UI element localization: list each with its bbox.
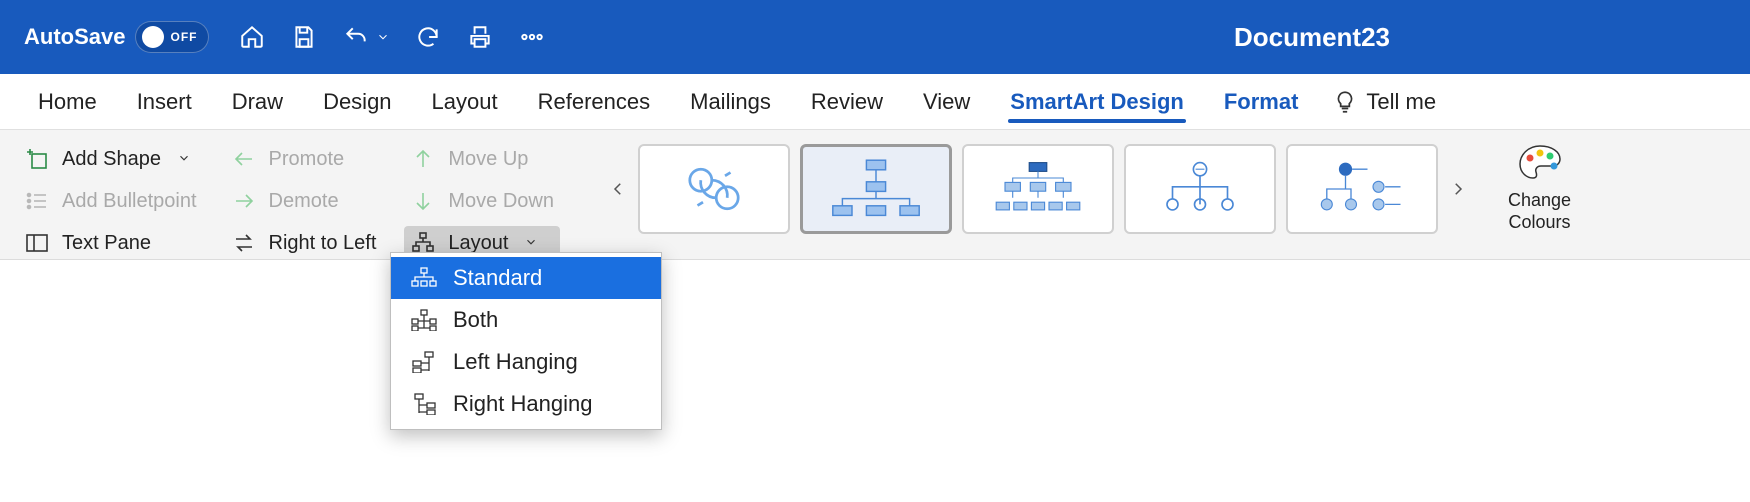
- gallery-prev-button[interactable]: [604, 144, 632, 234]
- layout-thumbnail-5[interactable]: [1286, 144, 1438, 234]
- titlebar-quick-actions: [237, 22, 547, 52]
- ribbon-group-hierarchy: Promote Demote Right to Left: [225, 142, 383, 260]
- layouts-gallery-wrap: [604, 142, 1472, 236]
- left-hanging-icon: [409, 350, 439, 374]
- layout-menu-left-hanging[interactable]: Left Hanging: [391, 341, 661, 383]
- right-to-left-button[interactable]: Right to Left: [225, 226, 383, 260]
- palette-icon: [1516, 142, 1564, 182]
- title-bar: AutoSave OFF Document23: [0, 0, 1750, 74]
- promote-button: Promote: [225, 142, 383, 176]
- tab-layout[interactable]: Layout: [412, 74, 518, 129]
- autosave-toggle-knob: [142, 26, 164, 48]
- autosave-state: OFF: [170, 30, 197, 44]
- gallery-next-button[interactable]: [1444, 144, 1472, 234]
- chevron-down-icon: [177, 148, 191, 171]
- tab-design[interactable]: Design: [303, 74, 411, 129]
- change-colours-label: Change Colours: [1508, 190, 1571, 233]
- autosave-label: AutoSave: [24, 24, 125, 50]
- text-pane-icon: [24, 230, 50, 256]
- add-shape-icon: [24, 146, 50, 172]
- redo-icon[interactable]: [413, 22, 443, 52]
- layout-menu-standard-label: Standard: [453, 265, 542, 291]
- tab-home[interactable]: Home: [18, 74, 117, 129]
- move-up-label: Move Up: [448, 148, 528, 171]
- layout-menu-both[interactable]: Both: [391, 299, 661, 341]
- bulletlist-icon: [24, 188, 50, 214]
- demote-label: Demote: [269, 190, 339, 213]
- arrow-left-icon: [231, 146, 257, 172]
- both-layout-icon: [409, 308, 439, 332]
- arrow-up-icon: [410, 146, 436, 172]
- print-icon[interactable]: [465, 22, 495, 52]
- add-bulletpoint-label: Add Bulletpoint: [62, 190, 197, 213]
- layout-menu-right-hanging[interactable]: Right Hanging: [391, 383, 661, 425]
- undo-more-icon[interactable]: [375, 22, 391, 52]
- change-colours-button[interactable]: Change Colours: [1508, 142, 1571, 233]
- lightbulb-icon[interactable]: [1332, 89, 1358, 115]
- layout-thumbnail-1[interactable]: [638, 144, 790, 234]
- text-pane-label: Text Pane: [62, 232, 151, 255]
- right-hanging-icon: [409, 392, 439, 416]
- autosave-toggle[interactable]: OFF: [135, 21, 209, 53]
- layout-menu-both-label: Both: [453, 307, 498, 333]
- arrow-down-icon: [410, 188, 436, 214]
- move-up-button: Move Up: [404, 142, 560, 176]
- ribbon-group-move: Move Up Move Down Layout: [404, 142, 560, 260]
- layout-menu-left-hanging-label: Left Hanging: [453, 349, 578, 375]
- move-down-label: Move Down: [448, 190, 554, 213]
- arrow-right-icon: [231, 188, 257, 214]
- ribbon-group-shapes: Add Shape Add Bulletpoint Text Pane: [18, 142, 203, 260]
- undo-icon[interactable]: [341, 22, 371, 52]
- document-area[interactable]: [0, 260, 1750, 502]
- text-pane-button[interactable]: Text Pane: [18, 226, 203, 260]
- add-shape-label: Add Shape: [62, 148, 161, 171]
- tab-draw[interactable]: Draw: [212, 74, 303, 129]
- home-icon[interactable]: [237, 22, 267, 52]
- layout-thumbnail-2[interactable]: [800, 144, 952, 234]
- demote-button: Demote: [225, 184, 383, 218]
- more-icon[interactable]: [517, 22, 547, 52]
- tab-references[interactable]: References: [518, 74, 671, 129]
- ribbon-tabs: Home Insert Draw Design Layout Reference…: [0, 74, 1750, 130]
- move-down-button: Move Down: [404, 184, 560, 218]
- layout-menu: Standard Both Left Hanging Right Hanging: [390, 252, 662, 430]
- layout-menu-right-hanging-label: Right Hanging: [453, 391, 592, 417]
- standard-layout-icon: [409, 266, 439, 290]
- layout-thumbnail-4[interactable]: [1124, 144, 1276, 234]
- swap-icon: [231, 230, 257, 256]
- tell-me-label[interactable]: Tell me: [1366, 89, 1436, 115]
- right-to-left-label: Right to Left: [269, 232, 377, 255]
- add-bulletpoint-button: Add Bulletpoint: [18, 184, 203, 218]
- layouts-gallery: [638, 142, 1438, 236]
- layout-thumbnail-3[interactable]: [962, 144, 1114, 234]
- tab-format[interactable]: Format: [1204, 74, 1319, 129]
- tab-mailings[interactable]: Mailings: [670, 74, 791, 129]
- tab-view[interactable]: View: [903, 74, 990, 129]
- tab-insert[interactable]: Insert: [117, 74, 212, 129]
- layout-menu-standard[interactable]: Standard: [391, 257, 661, 299]
- promote-label: Promote: [269, 148, 345, 171]
- tab-review[interactable]: Review: [791, 74, 903, 129]
- save-icon[interactable]: [289, 22, 319, 52]
- add-shape-button[interactable]: Add Shape: [18, 142, 203, 176]
- tab-smartart-design[interactable]: SmartArt Design: [990, 74, 1204, 129]
- document-title: Document23: [1234, 22, 1390, 53]
- ribbon-body: Add Shape Add Bulletpoint Text Pane Prom…: [0, 130, 1750, 260]
